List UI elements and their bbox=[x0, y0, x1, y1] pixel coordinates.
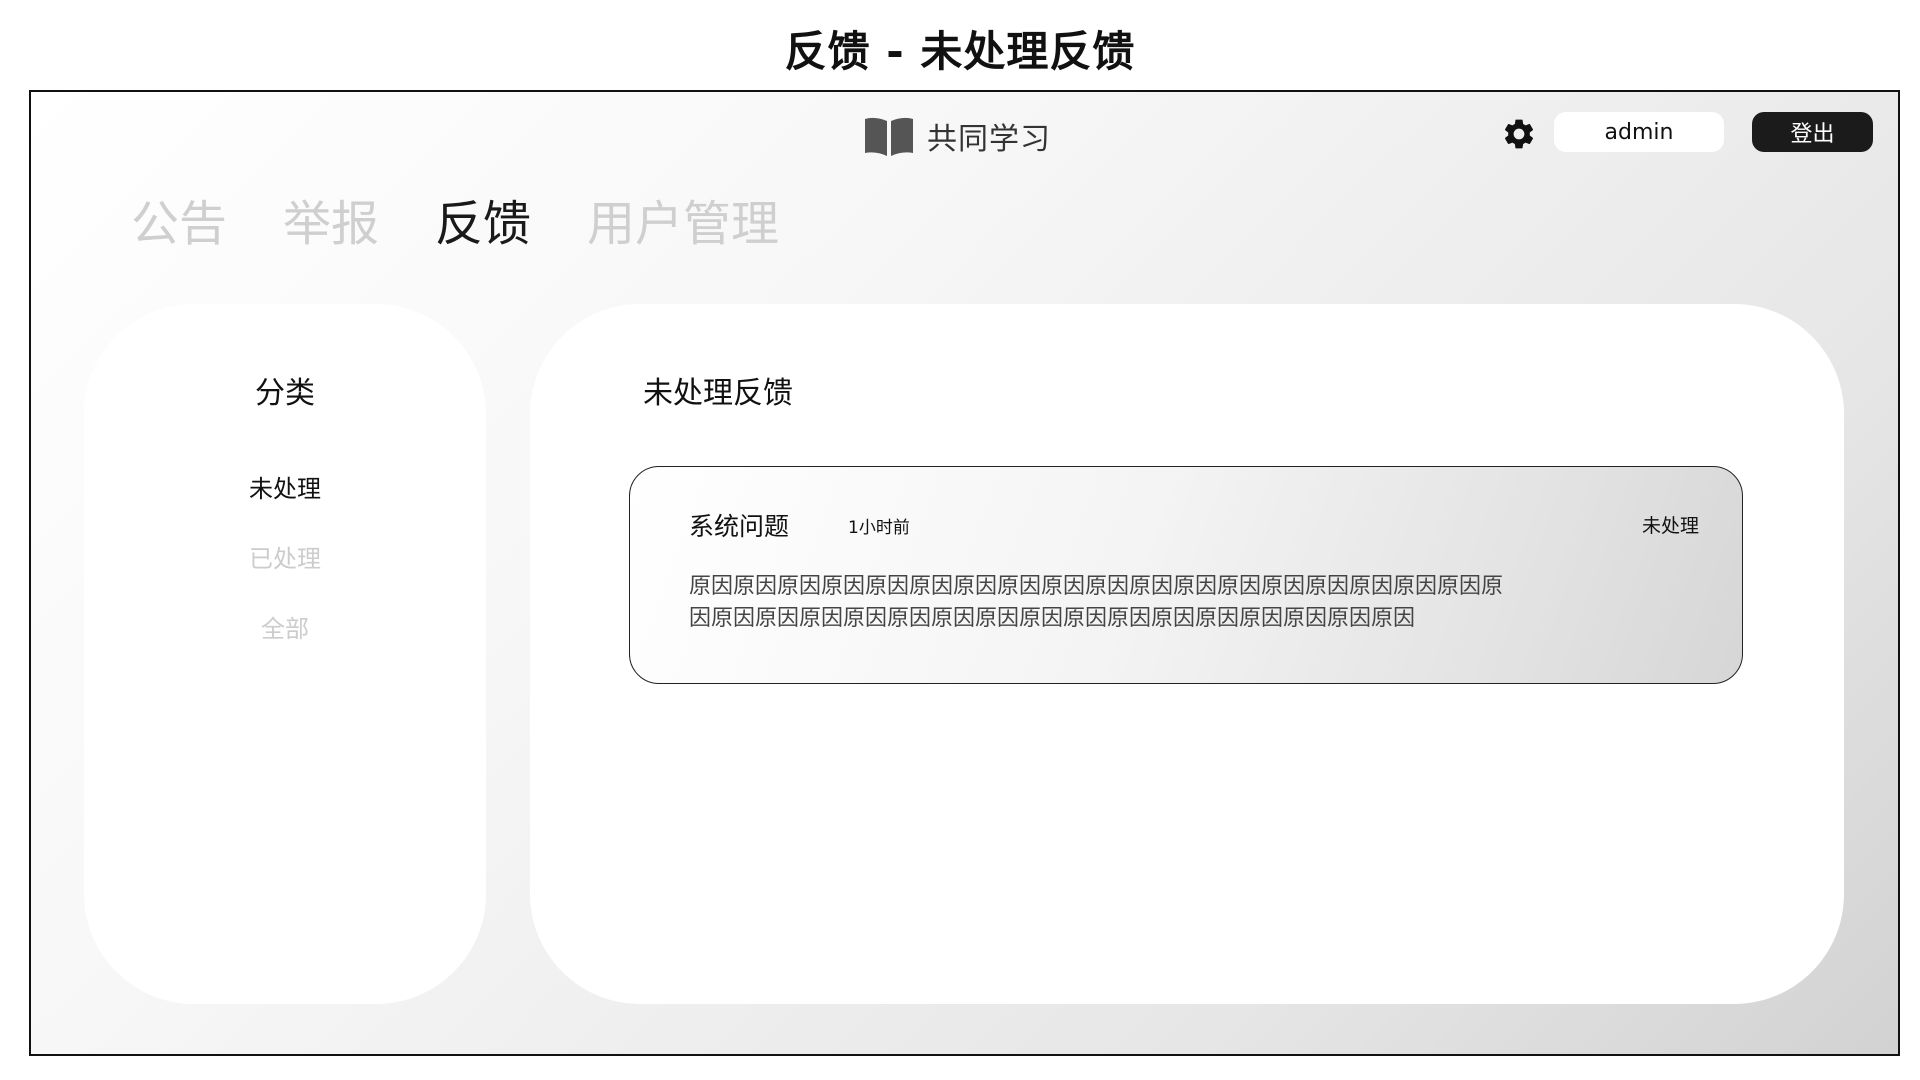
category-item-processed[interactable]: 已处理 bbox=[84, 544, 486, 614]
page-title: 反馈 - 未处理反馈 bbox=[784, 27, 1136, 76]
feedback-content: 原因原因原因原因原因原因原因原因原因原因原因原因原因原因原因原因原因原因原因原因… bbox=[689, 574, 1504, 631]
category-list: 未处理 已处理 全部 bbox=[84, 474, 486, 684]
category-sidebar: 分类 未处理 已处理 全部 bbox=[84, 304, 486, 1004]
tab-feedback[interactable]: 反馈 bbox=[435, 192, 531, 256]
feedback-category: 系统问题 bbox=[689, 512, 790, 541]
feedback-panel: 未处理反馈 系统问题 1小时前 未处理 原因原因原因原因原因原因原因原因原因原因… bbox=[530, 304, 1844, 1004]
logout-button[interactable]: 登出 bbox=[1752, 112, 1873, 152]
category-item-all[interactable]: 全部 bbox=[84, 614, 486, 684]
feedback-card[interactable]: 系统问题 1小时前 未处理 原因原因原因原因原因原因原因原因原因原因原因原因原因… bbox=[629, 466, 1743, 684]
gear-icon[interactable] bbox=[1501, 116, 1537, 152]
sidebar-heading: 分类 bbox=[255, 376, 315, 411]
app-window: 共同学习 admin 登出 公告 举报 反馈 用户管理 分类 未处理 已处理 全… bbox=[29, 90, 1900, 1056]
main-tabs: 公告 举报 反馈 用户管理 bbox=[131, 192, 779, 256]
tab-reports[interactable]: 举报 bbox=[283, 192, 379, 256]
brand: 共同学习 bbox=[863, 114, 1051, 158]
status-badge: 未处理 bbox=[1641, 515, 1699, 537]
category-item-unprocessed[interactable]: 未处理 bbox=[84, 474, 486, 544]
section-title: 未处理反馈 bbox=[643, 376, 793, 411]
username-display[interactable]: admin bbox=[1554, 112, 1724, 152]
feedback-timestamp: 1小时前 bbox=[848, 518, 910, 538]
brand-name: 共同学习 bbox=[927, 122, 1051, 157]
open-book-icon bbox=[865, 117, 913, 156]
tab-user-management[interactable]: 用户管理 bbox=[587, 192, 779, 256]
tab-announcements[interactable]: 公告 bbox=[131, 192, 227, 256]
